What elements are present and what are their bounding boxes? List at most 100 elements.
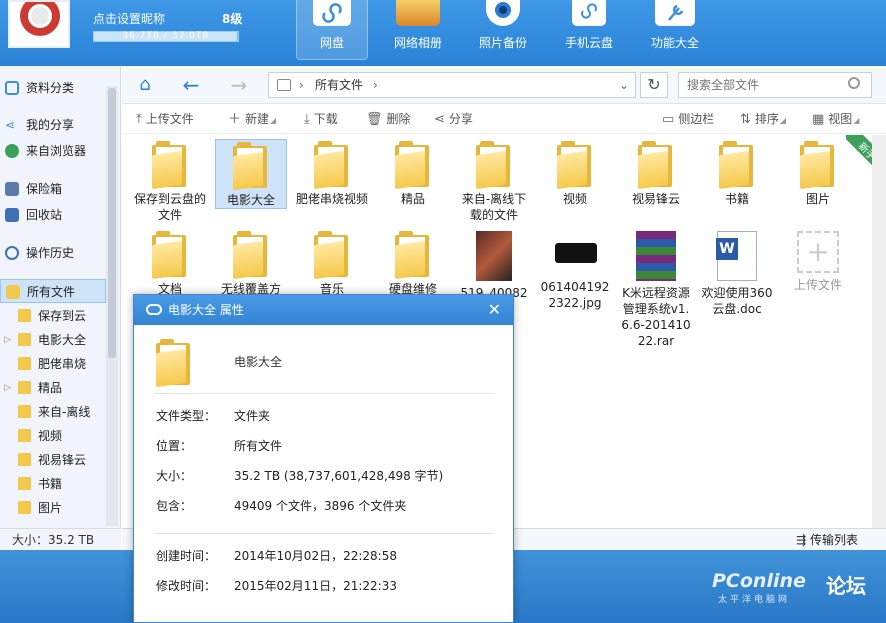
tree-item-save-to-cloud[interactable]: 保存到云: [0, 304, 106, 328]
forward-arrow-icon[interactable]: →: [226, 72, 252, 98]
sidebar-item-my-share[interactable]: ⋖ 我的分享: [0, 113, 106, 137]
tree-item-featured[interactable]: ▷ 精品: [0, 376, 106, 400]
file-item[interactable]: 电影大全: [215, 139, 287, 209]
caret-icon: ◢: [779, 116, 787, 125]
tree-item-shiyi[interactable]: 视易锋云: [0, 448, 106, 472]
file-name: K米远程资源管理系统v1.6.6-20141022.rar: [621, 286, 691, 348]
cloud-icon: [313, 0, 351, 26]
upload-icon: ⤒: [136, 112, 142, 127]
search-input[interactable]: [678, 72, 872, 98]
file-item[interactable]: 视频: [539, 139, 611, 207]
chevron-down-icon[interactable]: ⌄: [619, 73, 629, 97]
sort-button[interactable]: ⇅ 排序◢: [740, 104, 786, 134]
image-thumbnail: [476, 231, 512, 281]
path-breadcrumb[interactable]: › 所有文件 › ⌄: [268, 72, 636, 98]
nickname-link[interactable]: 点击设置昵称: [93, 10, 165, 27]
location-label: 位置：: [156, 439, 193, 453]
tree-item-video[interactable]: 视频: [0, 424, 106, 448]
sidebar-item-label: 操作历史: [26, 246, 75, 260]
dialog-title-bar[interactable]: 电影大全 属性 ✕: [134, 295, 513, 325]
folder-icon: [233, 231, 269, 280]
type-label: 文件类型：: [156, 409, 217, 423]
file-item[interactable]: 书籍: [701, 139, 773, 207]
file-item[interactable]: 文档: [134, 229, 206, 297]
refresh-icon[interactable]: ↻: [640, 72, 668, 98]
file-item[interactable]: 0614041922322.jpg: [539, 229, 611, 311]
file-grid-scrollbar[interactable]: [872, 135, 886, 528]
new-button[interactable]: ＋新建◢: [228, 104, 276, 134]
phone-icon: [572, 0, 606, 26]
file-item[interactable]: W 欢迎使用360云盘.doc: [701, 229, 773, 317]
file-item[interactable]: K米远程资源管理系统v1.6.6-20141022.rar: [620, 229, 692, 349]
nav-photo-backup[interactable]: 照片备份: [467, 0, 539, 60]
tree-item-offline[interactable]: 来自-离线: [0, 400, 106, 424]
expand-arrow-icon[interactable]: ▷: [4, 376, 11, 400]
sidebar-item-history[interactable]: 操作历史: [0, 241, 106, 265]
tree-item-pictures[interactable]: 图片: [0, 496, 106, 520]
back-arrow-icon[interactable]: ←: [178, 72, 204, 98]
file-name: 来自-离线下载的文件: [461, 192, 527, 222]
search-icon[interactable]: [848, 77, 860, 89]
expand-arrow-icon[interactable]: ▷: [4, 328, 11, 352]
sidebar-item-label: 所有文件: [27, 285, 76, 299]
file-name: 肥佬串烧视频: [296, 192, 369, 206]
watermark-brand: PConline: [712, 570, 806, 592]
file-item[interactable]: 精品: [377, 139, 449, 207]
sort-icon: ⇅: [740, 112, 751, 127]
download-icon: ⤓: [304, 112, 310, 127]
folder-icon: [18, 477, 31, 490]
folder-icon: [6, 285, 20, 299]
tree-item-label: 保存到云: [38, 309, 87, 323]
file-name: 上传文件: [793, 278, 842, 292]
grid-view-icon: ▦: [812, 112, 825, 127]
sidebar-scrollbar[interactable]: [106, 86, 118, 526]
nav-mobile-cloud[interactable]: 手机云盘: [553, 0, 625, 60]
sidebar-item-from-browser[interactable]: 来自浏览器: [0, 139, 106, 163]
size-status: 大小：35.2 TB: [0, 528, 121, 550]
delete-button[interactable]: 🗑 删除: [366, 104, 411, 134]
tree-item-feilao[interactable]: 肥佬串烧: [0, 352, 106, 376]
folder-icon: [314, 231, 350, 280]
sidebar-toggle-button[interactable]: ▭ 侧边栏: [662, 104, 714, 134]
safe-icon: [5, 182, 19, 196]
sidebar-icon: ▭: [662, 112, 675, 127]
upload-button[interactable]: ⤒ 上传文件: [136, 104, 194, 134]
transfer-list-button[interactable]: ⇶ 传输列表: [796, 529, 858, 551]
home-icon[interactable]: ⌂: [132, 72, 158, 98]
file-item[interactable]: 肥佬串烧视频: [296, 139, 368, 207]
file-name: 视频: [562, 192, 587, 206]
file-item[interactable]: 硬盘维修: [377, 229, 449, 297]
breadcrumb-all-files[interactable]: 所有文件: [315, 78, 363, 92]
nav-netdisk[interactable]: 网盘: [296, 0, 368, 60]
file-item[interactable]: 保存到云盘的文件: [134, 139, 206, 223]
file-item[interactable]: 来自-离线下载的文件: [458, 139, 530, 223]
sidebar-item-all-files[interactable]: 所有文件: [0, 279, 106, 303]
sidebar-item-safe[interactable]: 保险箱: [0, 177, 106, 201]
upload-file-tile[interactable]: + 上传文件: [782, 229, 854, 293]
tree-item-label: 电影大全: [38, 333, 87, 347]
avatar[interactable]: [8, 0, 70, 48]
download-label: 下载: [313, 112, 338, 126]
scrollbar-thumb[interactable]: [108, 88, 116, 358]
nav-features[interactable]: 功能大全: [639, 0, 711, 60]
file-item[interactable]: 无线覆盖方: [215, 229, 287, 297]
share-button[interactable]: ⋖ 分享: [434, 104, 473, 134]
file-item[interactable]: 音乐: [296, 229, 368, 297]
tree-item-movies[interactable]: ▷ 电影大全: [0, 328, 106, 352]
folder-icon: [314, 141, 350, 190]
tree-item-label: 视易锋云: [38, 453, 87, 467]
plus-icon: ＋: [228, 112, 242, 127]
file-item[interactable]: 图片: [782, 139, 854, 207]
tree-item-books[interactable]: 书籍: [0, 472, 106, 496]
transfer-icon: ⇶: [796, 533, 810, 547]
nav-photo-album[interactable]: 网络相册: [382, 0, 454, 60]
sidebar-item-recycle-bin[interactable]: 回收站: [0, 203, 106, 227]
file-name: 精品: [400, 192, 425, 206]
view-button[interactable]: ▦ 视图◢: [812, 104, 859, 134]
close-icon[interactable]: ✕: [488, 295, 501, 325]
folder-icon: [557, 141, 593, 190]
download-button[interactable]: ⤓ 下载: [304, 104, 338, 134]
storage-quota-bar: 36.7TB / 37.0TB: [93, 31, 239, 42]
file-item[interactable]: 视易锋云: [620, 139, 692, 207]
sidebar-item-categories[interactable]: 资料分类: [0, 76, 106, 100]
